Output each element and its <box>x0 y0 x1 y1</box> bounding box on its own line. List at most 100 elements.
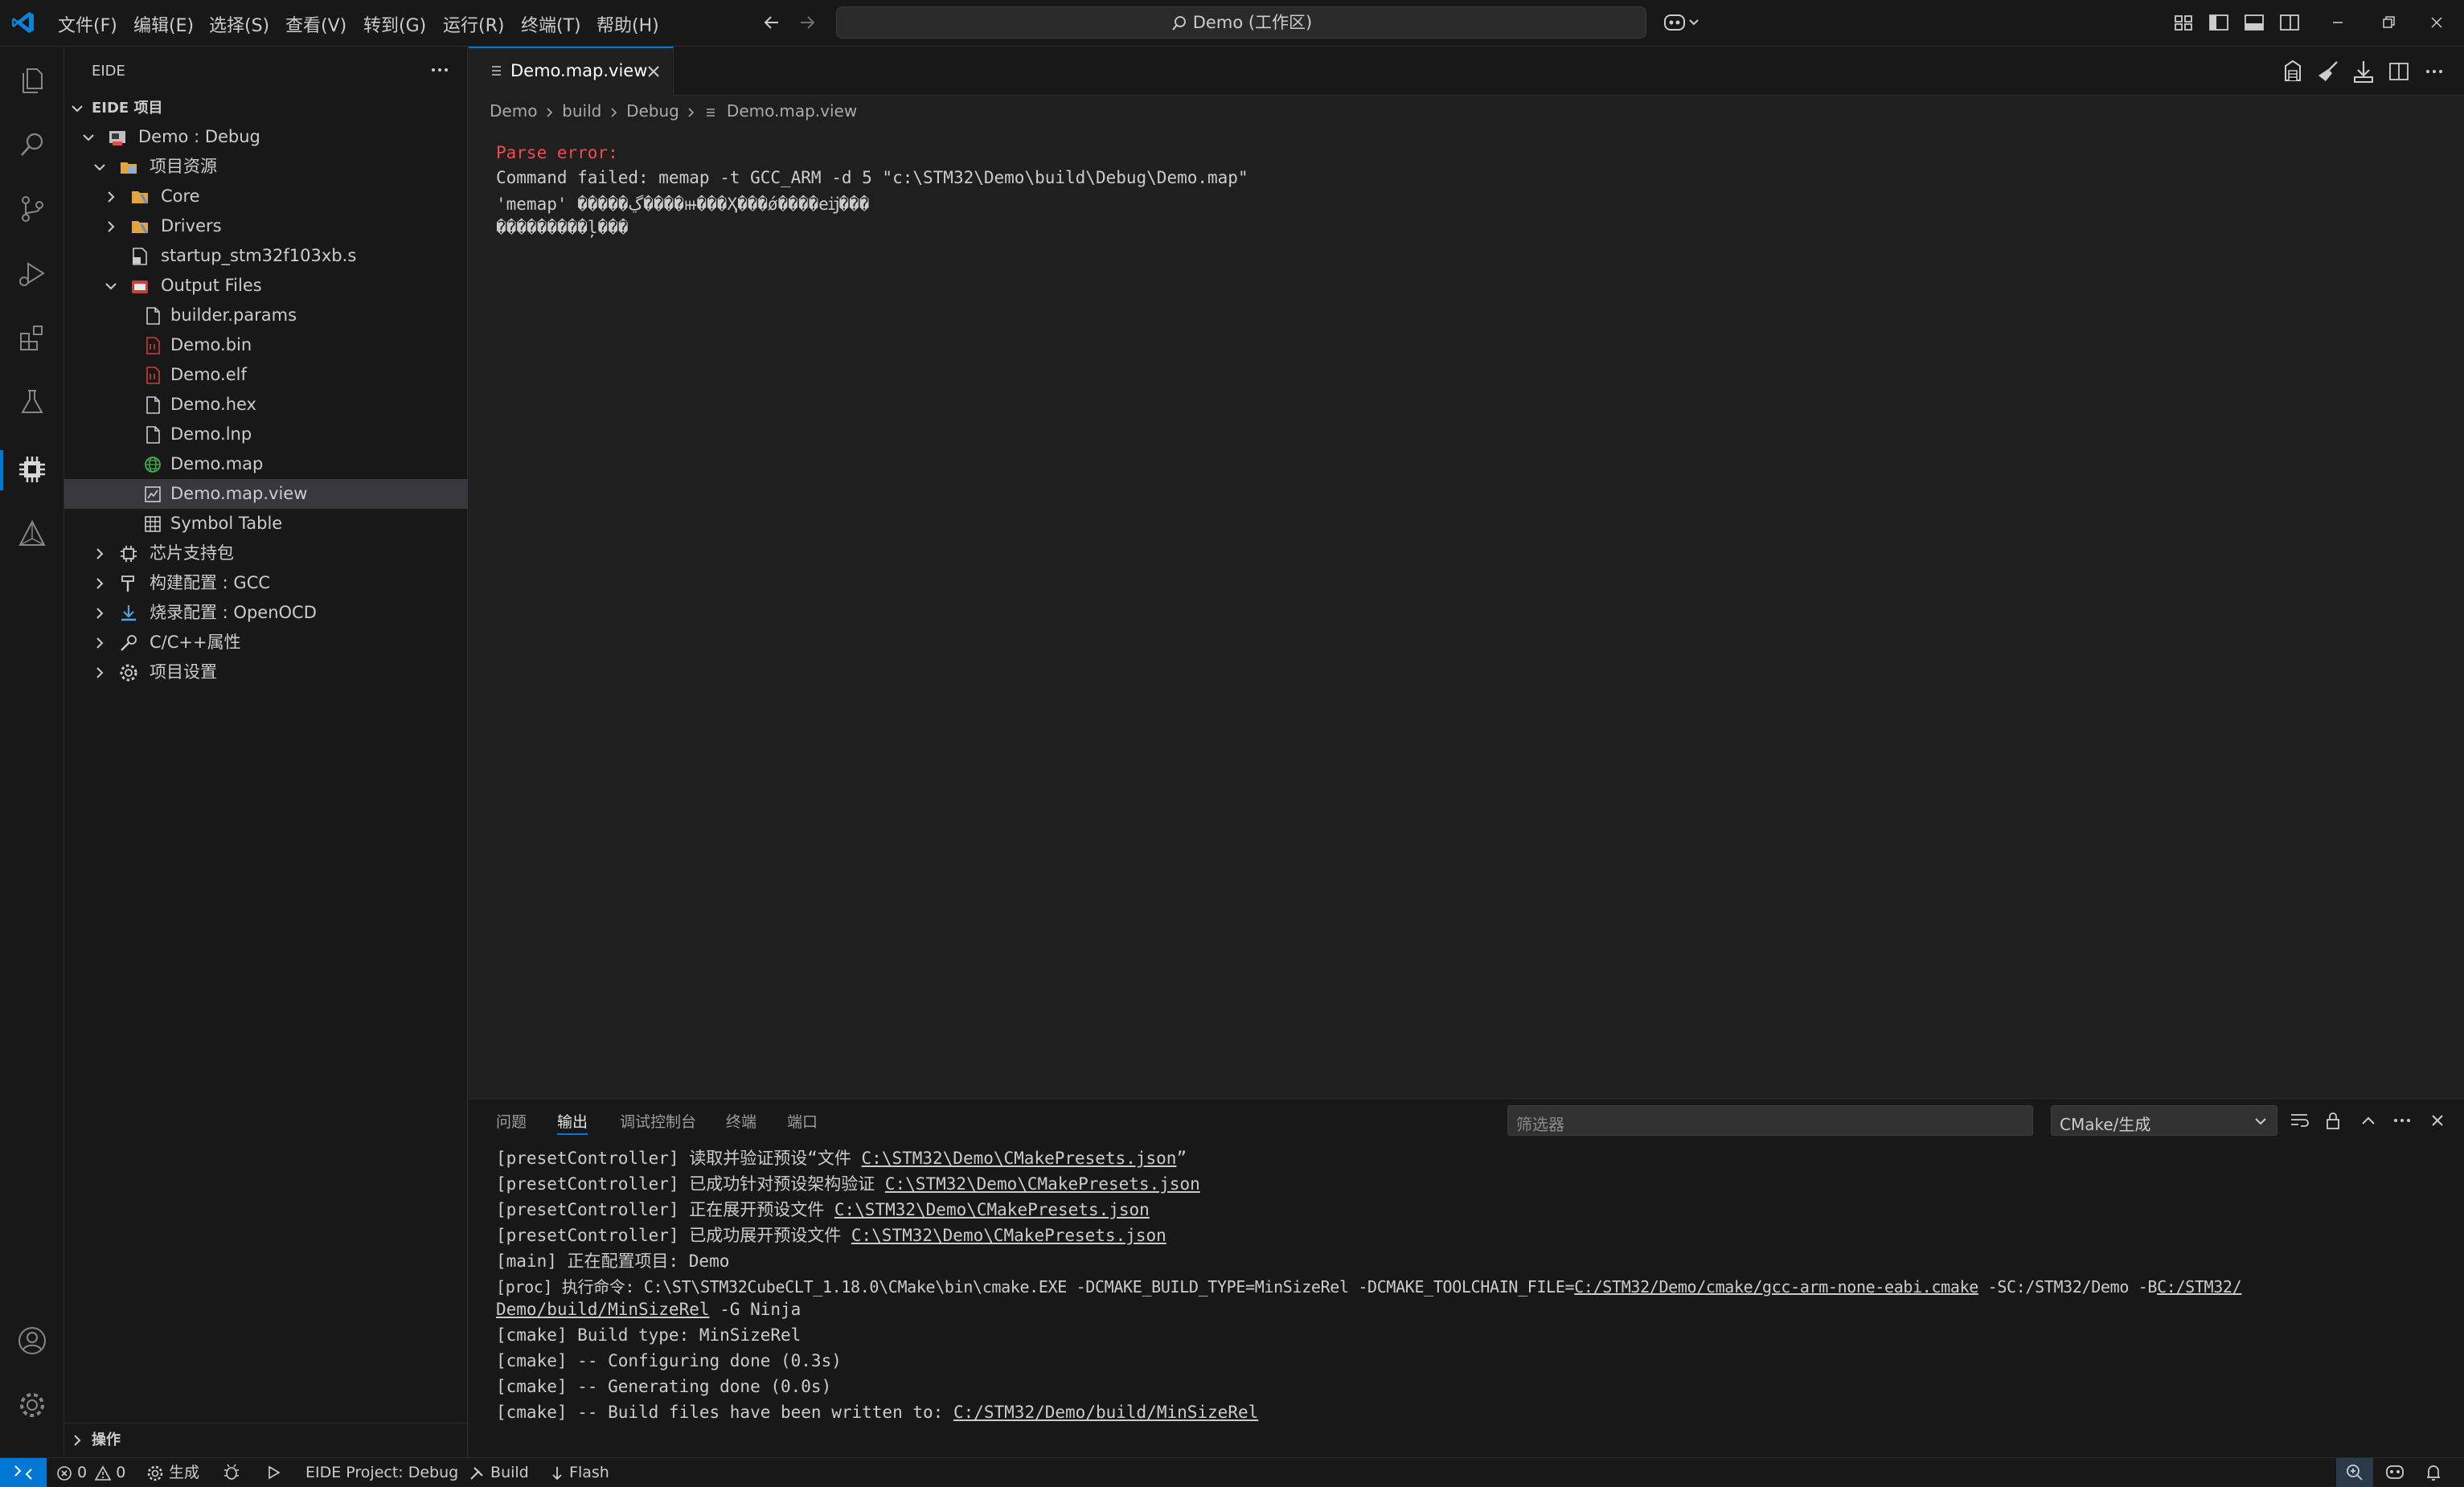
eide-chip-icon[interactable] <box>16 453 48 485</box>
file-link[interactable]: C:/STM32/Demo/cmake/gcc-arm-none-eabi.cm… <box>1574 1277 1978 1297</box>
source-control-icon[interactable] <box>16 193 48 225</box>
window-restore-icon[interactable] <box>2376 10 2401 35</box>
tree-item-cpp-properties[interactable]: C/C++属性 <box>64 628 468 657</box>
panel-tab-ports[interactable]: 端口 <box>787 1110 818 1132</box>
menu-help[interactable]: 帮助(H) <box>597 11 659 37</box>
command-center-search[interactable]: Demo (工作区) <box>836 6 1646 39</box>
cmake-build-button[interactable]: 生成 <box>146 1458 199 1487</box>
panel-tab-problems[interactable]: 问题 <box>496 1110 527 1132</box>
file-link[interactable]: C:\STM32\Demo\CMakePresets.json <box>885 1174 1200 1194</box>
menu-selection[interactable]: 选择(S) <box>209 11 269 37</box>
eide-build-icon[interactable] <box>2279 58 2306 85</box>
tree-item-builder-params[interactable]: builder.params <box>64 301 468 330</box>
problems-indicator[interactable]: 0 0 <box>56 1458 125 1487</box>
file-link[interactable]: C:\STM32\Demo\CMakePresets.json <box>834 1200 1150 1219</box>
maximize-panel-icon[interactable] <box>2356 1108 2380 1133</box>
toggle-panel-icon[interactable] <box>2241 10 2267 35</box>
menu-file[interactable]: 文件(F) <box>58 11 117 37</box>
menu-view[interactable]: 查看(V) <box>285 11 346 37</box>
more-actions-icon[interactable] <box>428 58 452 82</box>
zoom-icon[interactable] <box>2336 1458 2373 1487</box>
extensions-icon[interactable] <box>16 322 48 354</box>
tree-item-demo-map-view[interactable]: Demo.map.view <box>64 479 468 509</box>
tree-item-demo-elf[interactable]: Demo.elf <box>64 360 468 390</box>
tree-item-project[interactable]: Demo : Debug <box>64 122 468 152</box>
nav-back-icon[interactable] <box>759 10 785 35</box>
toggle-primary-sidebar-icon[interactable] <box>2206 10 2232 35</box>
flash-download-icon[interactable] <box>2350 58 2377 85</box>
tree-item-flash-config[interactable]: 烧录配置 : OpenOCD <box>64 598 468 628</box>
file-link[interactable]: C:/STM32/ <box>2157 1277 2242 1297</box>
actions-section-header[interactable]: 操作 <box>64 1427 468 1454</box>
section-title: 操作 <box>92 1432 121 1448</box>
split-editor-icon[interactable] <box>2385 58 2413 85</box>
cmake-icon[interactable] <box>16 518 48 550</box>
tree-item-demo-lnp[interactable]: Demo.lnp <box>64 420 468 449</box>
panel-tab-debug-console[interactable]: 调试控制台 <box>620 1110 696 1132</box>
lock-icon[interactable] <box>2321 1108 2345 1133</box>
tree-item-build-config[interactable]: 构建配置 : GCC <box>64 568 468 598</box>
notifications-bell-icon[interactable] <box>2421 1460 2446 1485</box>
file-link[interactable]: C:\STM32\Demo\CMakePresets.json <box>851 1226 1166 1245</box>
breadcrumb-item[interactable]: build <box>562 101 601 121</box>
output-channel-select[interactable]: CMake/生成 <box>2051 1105 2277 1136</box>
accounts-icon[interactable] <box>16 1325 48 1357</box>
search-view-icon[interactable] <box>16 129 48 161</box>
tree-item-drivers[interactable]: Drivers <box>64 211 468 241</box>
copilot-icon[interactable] <box>1662 10 1703 35</box>
editor-area[interactable]: Demo build Debug Demo.map.view Parse err… <box>469 96 2464 1098</box>
customize-layout-icon[interactable] <box>2171 10 2196 35</box>
tree-item-demo-bin[interactable]: Demo.bin <box>64 330 468 360</box>
tree-item-output-files[interactable]: Output Files <box>64 271 468 301</box>
debug-bug-icon[interactable] <box>222 1458 241 1487</box>
testing-flask-icon[interactable] <box>16 386 48 418</box>
eide-flash-status-button[interactable]: Flash <box>550 1458 609 1487</box>
manage-gear-icon[interactable] <box>16 1389 48 1421</box>
eide-build-status-button[interactable]: Build <box>468 1458 529 1487</box>
file-link[interactable]: Demo/build/MinSizeRel <box>496 1300 710 1319</box>
breadcrumb-item[interactable]: Debug <box>626 101 679 121</box>
menu-run[interactable]: 运行(R) <box>443 11 504 37</box>
menu-terminal[interactable]: 终端(T) <box>521 11 581 37</box>
chevron-right-icon <box>69 1432 85 1448</box>
remote-indicator[interactable] <box>0 1458 47 1487</box>
file-link[interactable]: C:\STM32\Demo\CMakePresets.json <box>862 1149 1177 1168</box>
chevron-right-icon <box>92 546 108 562</box>
tab-demo-map-view[interactable]: Demo.map.view <box>469 47 674 96</box>
broom-clean-icon[interactable] <box>2314 58 2342 85</box>
copilot-status-icon[interactable] <box>2381 1460 2409 1485</box>
tree-item-symbol-table[interactable]: Symbol Table <box>64 509 468 539</box>
menu-go[interactable]: 转到(G) <box>363 11 426 37</box>
explorer-icon[interactable] <box>16 64 48 96</box>
output-log[interactable]: [presetController] 读取并验证预设“文件 C:\STM32\D… <box>469 1145 2446 1457</box>
nav-forward-icon[interactable] <box>794 10 820 35</box>
tree-item-project-resources[interactable]: 项目资源 <box>64 152 468 182</box>
close-icon[interactable] <box>644 62 663 81</box>
toggle-secondary-sidebar-icon[interactable] <box>2277 10 2302 35</box>
panel-tab-terminal[interactable]: 终端 <box>726 1110 756 1132</box>
run-debug-icon[interactable] <box>16 257 48 289</box>
menu-edit[interactable]: 编辑(E) <box>133 11 194 37</box>
filter-input[interactable]: 筛选器 <box>1507 1105 2033 1136</box>
tree-item-startup-file[interactable]: startup_stm32f103xb.s <box>64 241 468 271</box>
panel-tab-output[interactable]: 输出 <box>557 1110 588 1132</box>
eide-project-section-header[interactable]: EIDE 项目 <box>64 93 468 123</box>
tree-item-project-settings[interactable]: 项目设置 <box>64 657 468 687</box>
more-actions-icon[interactable] <box>2390 1108 2414 1133</box>
word-wrap-icon[interactable] <box>2287 1108 2311 1133</box>
close-panel-icon[interactable] <box>2425 1108 2450 1133</box>
run-play-icon[interactable] <box>264 1458 283 1487</box>
tree-item-core[interactable]: Core <box>64 182 468 211</box>
window-minimize-icon[interactable] <box>2325 10 2351 35</box>
file-link[interactable]: C:/STM32/Demo/build/MinSizeRel <box>953 1403 1258 1422</box>
more-actions-icon[interactable] <box>2421 58 2448 85</box>
tree-item-chip-support[interactable]: 芯片支持包 <box>64 539 468 568</box>
tree-item-demo-map[interactable]: Demo.map <box>64 449 468 479</box>
window-close-icon[interactable] <box>2424 10 2450 35</box>
active-view-indicator <box>0 450 3 490</box>
breadcrumb-item[interactable]: Demo.map.view <box>727 101 857 121</box>
eide-project-status[interactable]: EIDE Project: Debug <box>305 1458 458 1487</box>
tree-item-demo-hex[interactable]: Demo.hex <box>64 390 468 420</box>
breadcrumb-item[interactable]: Demo <box>490 101 537 121</box>
binary-file-icon <box>143 366 162 385</box>
